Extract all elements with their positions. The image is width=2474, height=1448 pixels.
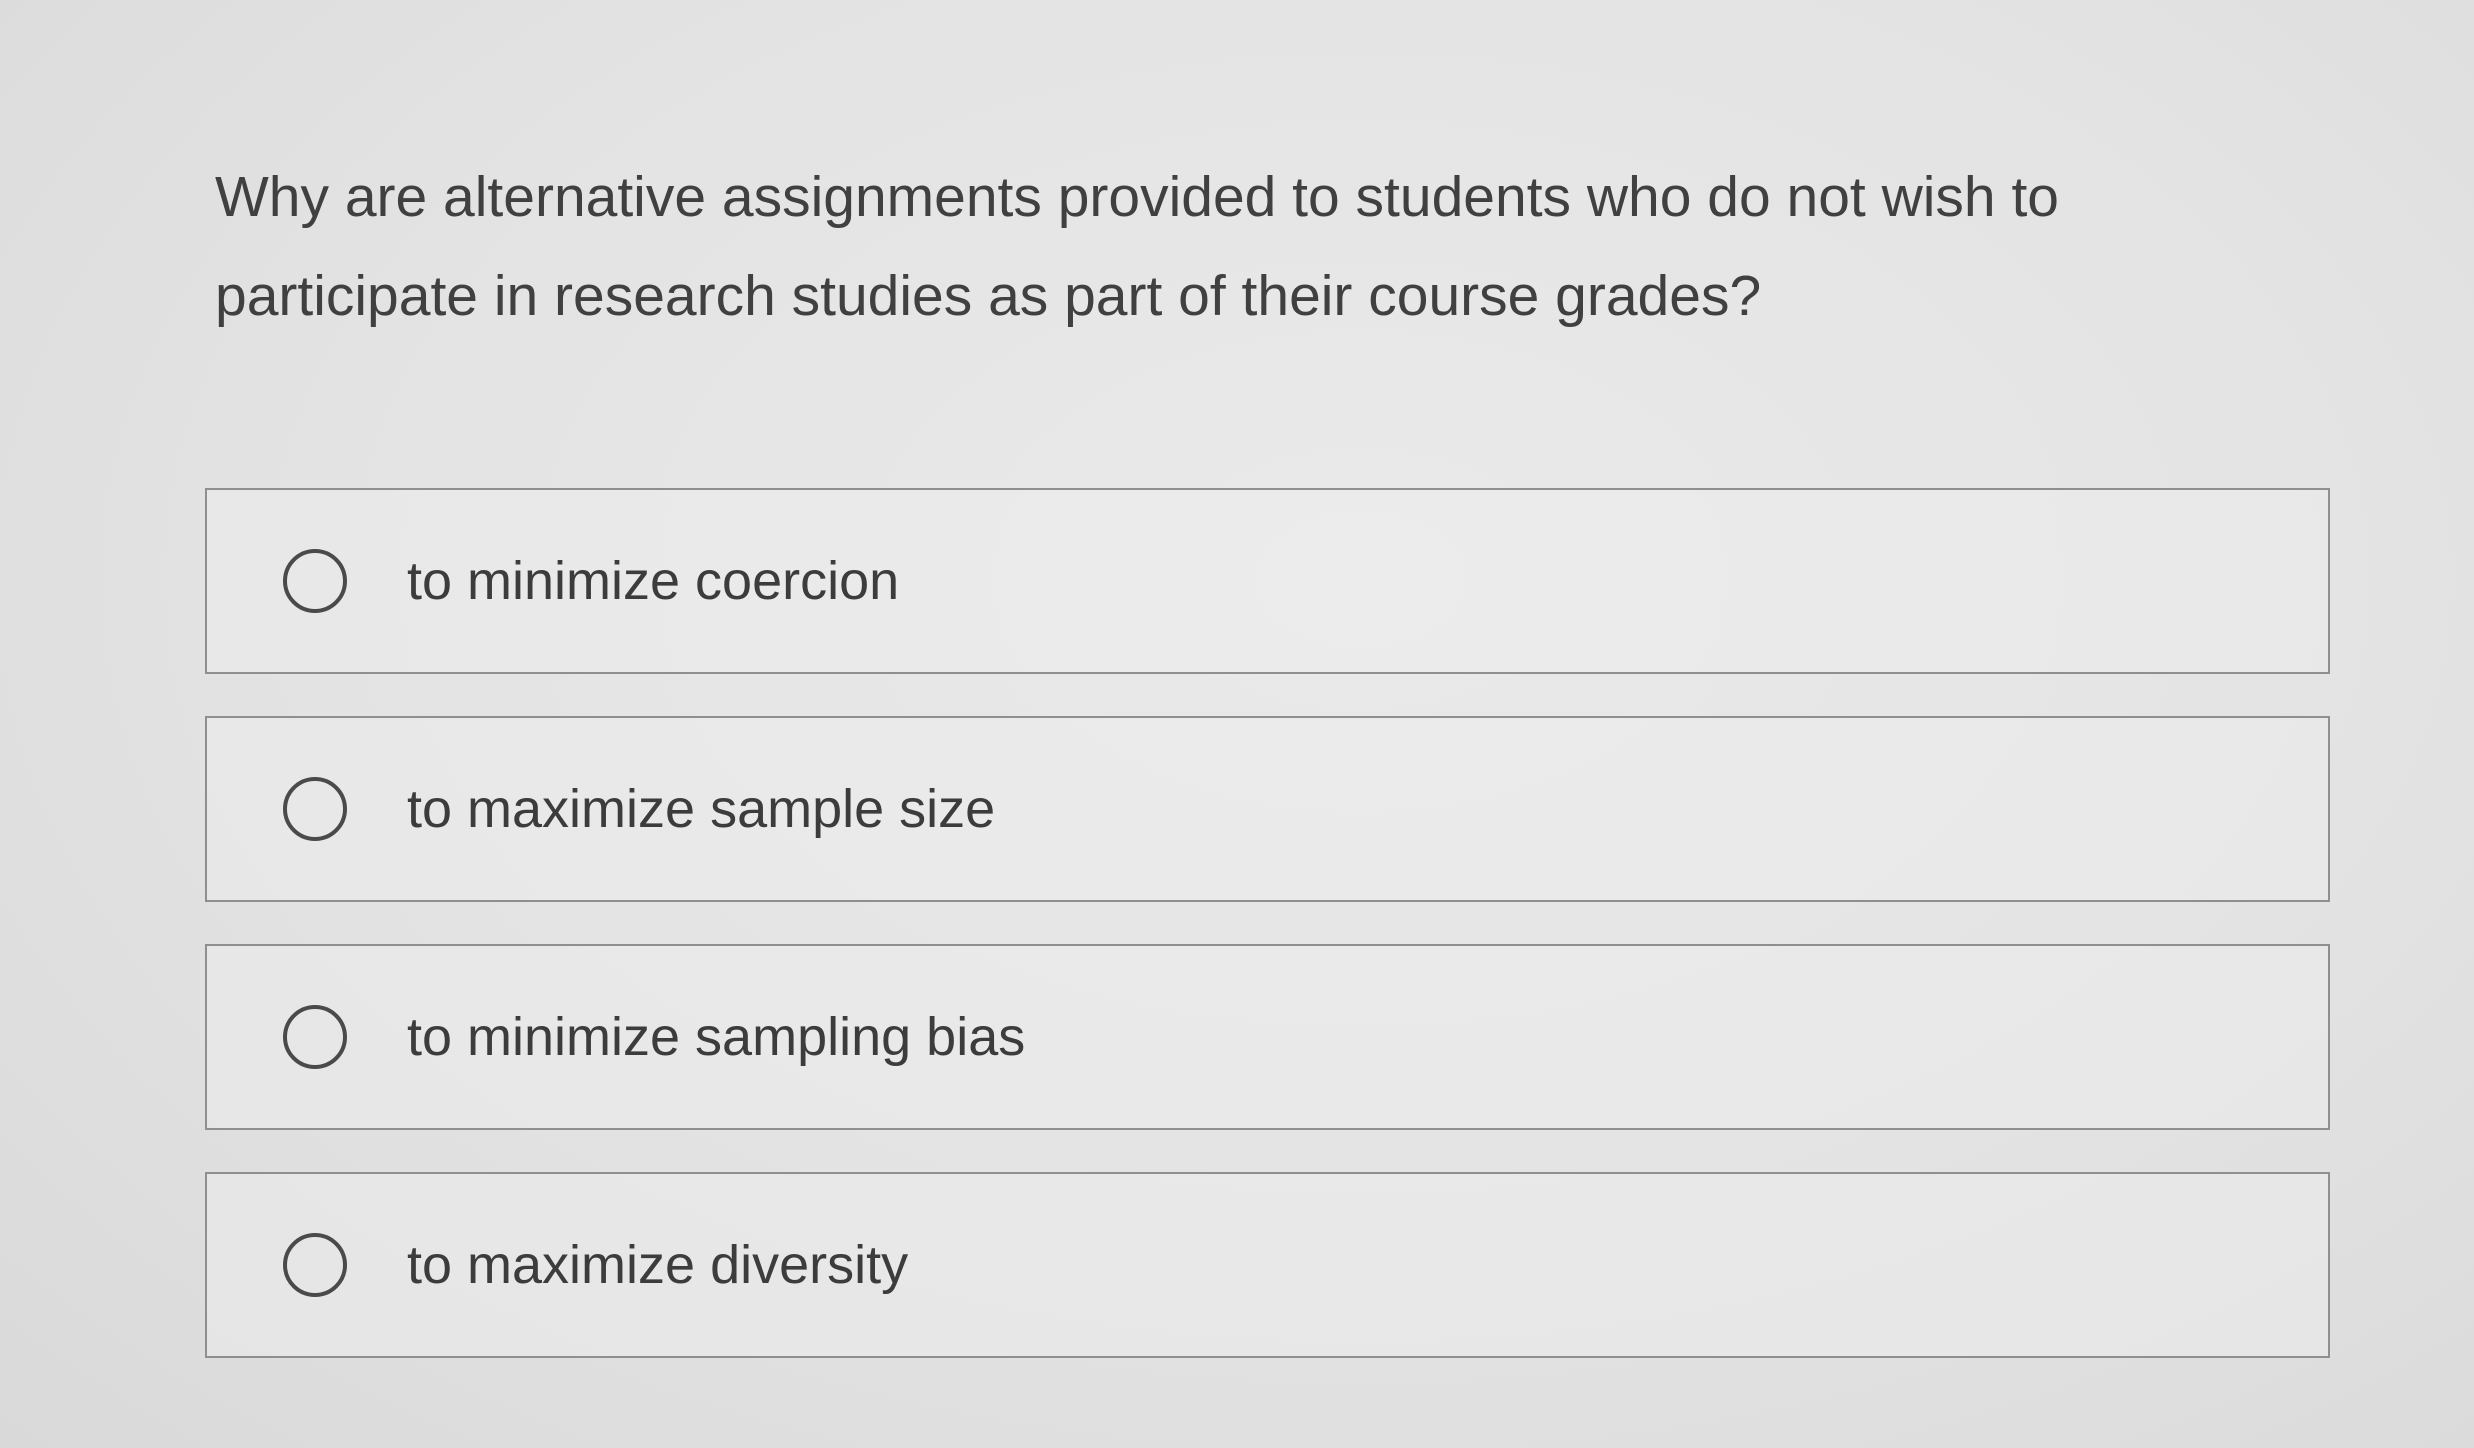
radio-button-icon[interactable] <box>283 549 347 613</box>
answer-option-label: to minimize coercion <box>407 551 900 611</box>
answer-option-3[interactable]: to minimize sampling bias <box>205 944 2330 1130</box>
answer-option-4[interactable]: to maximize diversity <box>205 1172 2330 1358</box>
answer-option-label: to minimize sampling bias <box>407 1007 1026 1067</box>
answer-option-1[interactable]: to minimize coercion <box>205 488 2330 674</box>
answer-option-label: to maximize diversity <box>407 1235 909 1295</box>
answer-options: to minimize coercion to maximize sample … <box>205 488 2330 1358</box>
radio-button-icon[interactable] <box>283 1005 347 1069</box>
radio-button-icon[interactable] <box>283 777 347 841</box>
answer-option-2[interactable]: to maximize sample size <box>205 716 2330 902</box>
radio-button-icon[interactable] <box>283 1233 347 1297</box>
question-text: Why are alternative assignments provided… <box>215 165 2059 328</box>
answer-option-label: to maximize sample size <box>407 779 996 839</box>
